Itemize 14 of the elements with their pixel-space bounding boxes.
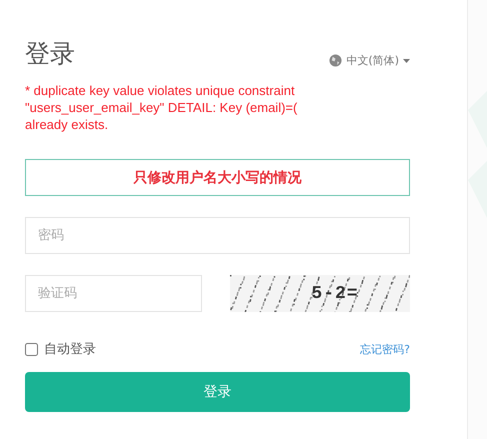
page-title: 登录 [25, 38, 75, 70]
captcha-text: 5-2= [311, 284, 359, 304]
caret-icon[interactable] [403, 58, 410, 62]
login-button[interactable]: 登录 [25, 372, 410, 412]
username-field[interactable]: 只修改用户名大小写的情况 [25, 159, 410, 196]
password-field[interactable]: 密码 [25, 217, 410, 254]
error-message: * duplicate key value violates unique constraint "users_user_email_key" DETAIL: Key (email)=( already exists. [25, 82, 298, 133]
globe-icon [329, 54, 342, 67]
language-selector[interactable]: 中文(简体) [346, 53, 399, 68]
remember-label: 自动登录 [44, 341, 96, 358]
forgot-password-link[interactable]: 忘记密码? [360, 342, 410, 356]
remember-checkbox[interactable] [25, 342, 38, 356]
annotation-text: 只修改用户名大小写的情况 [134, 168, 302, 186]
captcha-field[interactable]: 验证码 [25, 275, 202, 312]
